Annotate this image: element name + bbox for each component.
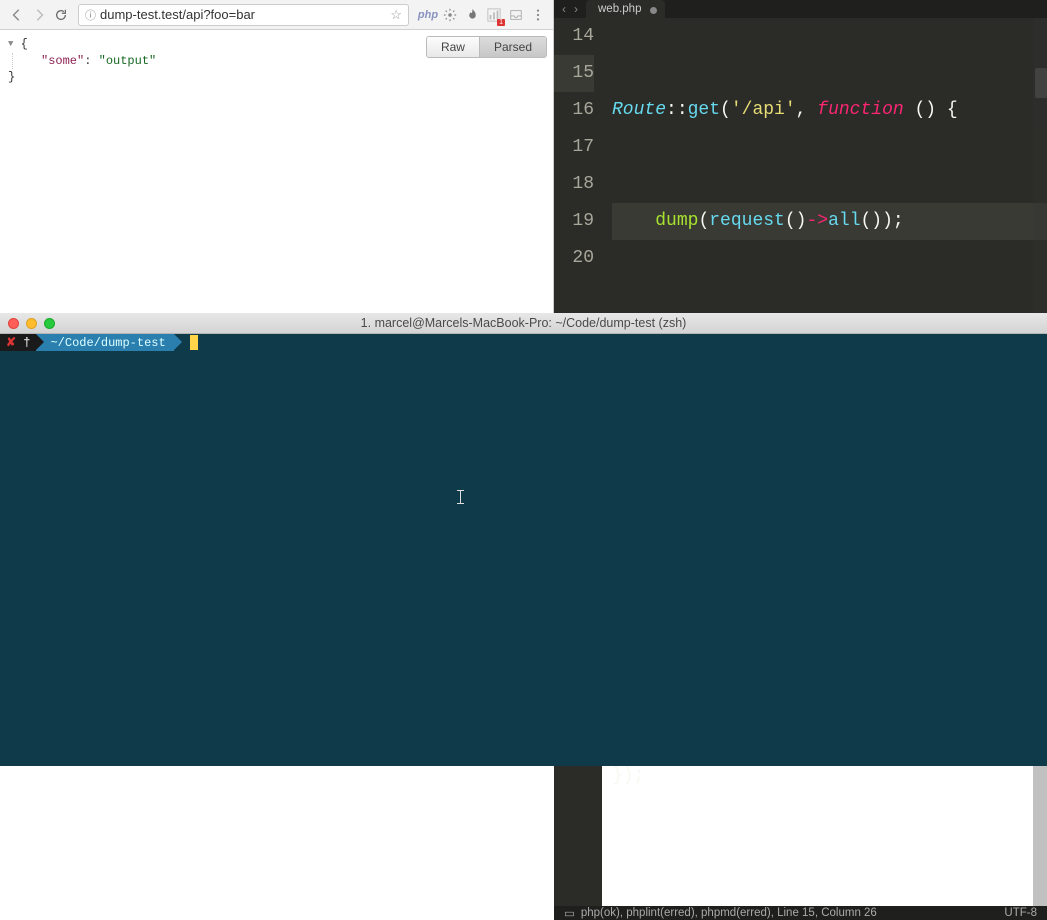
editor-tabbar: ‹ › web.php — [554, 0, 1047, 18]
line-number: 18 — [554, 166, 594, 203]
status-icon: ▭ — [564, 906, 575, 920]
bookmark-star-icon[interactable]: ☆ — [390, 7, 402, 23]
tab-dirty-indicator-icon — [650, 7, 657, 14]
inbox-icon[interactable] — [507, 6, 525, 24]
line-number: 19 — [554, 203, 594, 240]
terminal-cursor — [190, 335, 198, 350]
terminal-window: 1. marcel@Marcels-MacBook-Pro: ~/Code/du… — [0, 313, 1047, 766]
tok: Route — [612, 100, 666, 120]
browser-body: Raw Parsed ▼ { "some": "output" } — [0, 30, 553, 313]
forward-icon[interactable] — [28, 4, 50, 26]
line-number: 14 — [554, 18, 594, 55]
browser-toolbar: ⓘ dump-test.test/api?foo=bar ☆ php 1 — [0, 0, 553, 30]
extension-area: php 1 — [415, 6, 547, 24]
line-number: 16 — [554, 92, 594, 129]
encoding-label[interactable]: UTF-8 — [1004, 907, 1037, 919]
tok: function — [817, 100, 903, 120]
code-editor-window: ‹ › web.php 14 15 16 17 18 19 20 Route::… — [554, 0, 1047, 313]
flame-icon[interactable] — [463, 6, 481, 24]
menu-icon[interactable] — [529, 6, 547, 24]
back-icon[interactable] — [6, 4, 28, 26]
tab-filename: web.php — [598, 3, 641, 15]
terminal-titlebar: 1. marcel@Marcels-MacBook-Pro: ~/Code/du… — [0, 313, 1047, 334]
browser-window: ⓘ dump-test.test/api?foo=bar ☆ php 1 Raw… — [0, 0, 554, 313]
tok: '/api' — [731, 100, 796, 120]
disclosure-triangle-icon[interactable]: ▼ — [8, 36, 13, 52]
prompt-branch-icon: † — [23, 336, 30, 350]
raw-button[interactable]: Raw — [427, 37, 479, 57]
json-key: "some" — [41, 54, 84, 68]
brace-open: { — [21, 37, 28, 51]
editor-tab[interactable]: web.php — [586, 0, 665, 18]
tok: dump — [655, 211, 698, 231]
reload-icon[interactable] — [50, 4, 72, 26]
line-number: 20 — [554, 240, 594, 277]
tok: get — [688, 100, 720, 120]
prompt-path-segment: ~/Code/dump-test — [36, 334, 173, 351]
badge-count: 1 — [497, 19, 505, 26]
json-value: "output" — [99, 54, 157, 68]
tok: all — [828, 211, 860, 231]
stats-extension-icon[interactable]: 1 — [485, 6, 503, 24]
prompt-x-icon: ✘ — [6, 335, 16, 350]
terminal-body[interactable]: ✘ † ~/Code/dump-test — [0, 334, 1047, 766]
minimap-thumb[interactable] — [1035, 68, 1047, 98]
ibeam-cursor-icon — [460, 490, 461, 504]
gear-icon[interactable] — [441, 6, 459, 24]
line-number: 17 — [554, 129, 594, 166]
php-extension-icon[interactable]: php — [419, 6, 437, 24]
terminal-title: 1. marcel@Marcels-MacBook-Pro: ~/Code/du… — [0, 316, 1047, 330]
url-text: dump-test.test/api?foo=bar — [100, 7, 255, 22]
status-text: php(ok), phplint(erred), phpmd(erred), L… — [581, 907, 877, 919]
address-bar[interactable]: ⓘ dump-test.test/api?foo=bar ☆ — [78, 4, 409, 26]
editor-statusbar: ▭ php(ok), phplint(erred), phpmd(erred),… — [554, 906, 1047, 920]
json-view-toggle: Raw Parsed — [426, 36, 547, 58]
parsed-button[interactable]: Parsed — [479, 37, 546, 57]
line-number: 15 — [554, 55, 594, 92]
prompt-status-segment: ✘ † — [0, 334, 36, 351]
prompt: ✘ † ~/Code/dump-test — [0, 334, 1047, 351]
tok: request — [709, 211, 785, 231]
json-sep: : — [84, 54, 98, 68]
editor-back-icon[interactable]: ‹ — [558, 0, 570, 18]
brace-close: } — [8, 70, 15, 84]
editor-forward-icon[interactable]: › — [570, 0, 582, 18]
site-info-icon[interactable]: ⓘ — [85, 7, 96, 23]
